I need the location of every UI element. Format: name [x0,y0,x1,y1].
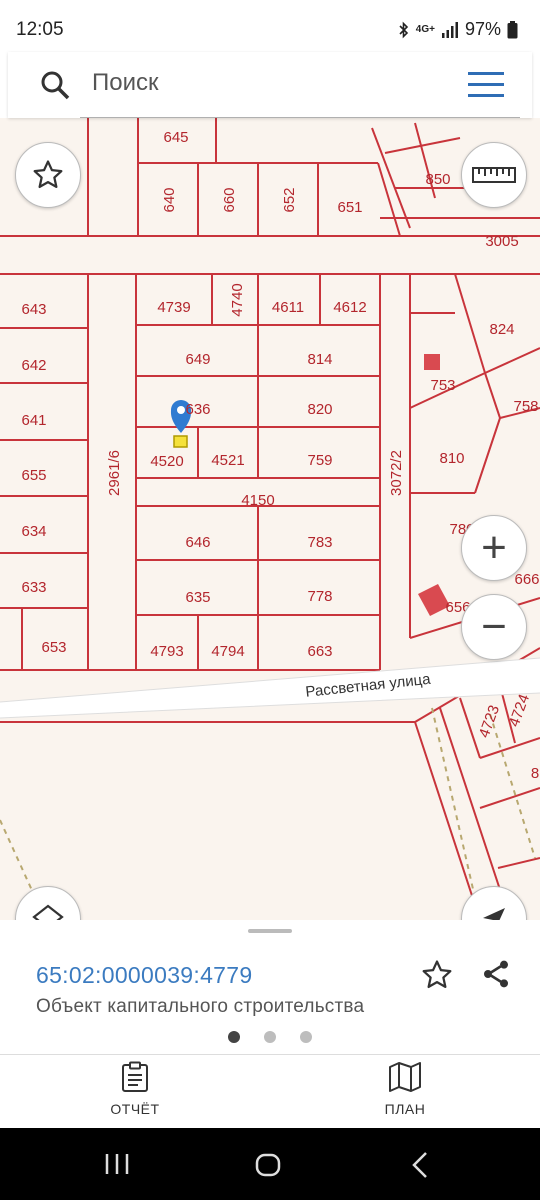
search-input[interactable] [92,69,432,97]
ruler-icon [472,167,516,183]
plus-icon: + [481,523,507,572]
parcel-label: 850 [425,171,450,188]
page-dot[interactable] [228,1031,240,1043]
map-icon [389,1062,421,1092]
parcel-label: 4793 [150,643,183,660]
parcel-label: 666 [514,571,539,588]
parcel-label: 643 [21,301,46,318]
ruler-button[interactable] [461,142,527,208]
parcel-label: 642 [21,357,46,374]
parcel-label: 4520 [150,453,183,470]
back-icon[interactable] [408,1150,432,1180]
parcel-label: 758 [513,398,538,415]
cadastral-map[interactable]: Рассветная улица 645 640 660 652 651 850 3005 6… [0,118,540,920]
battery-icon [507,20,518,38]
clipboard-icon [122,1061,148,1092]
parcel-label: 633 [21,579,46,596]
zoom-in-button[interactable]: + [461,515,527,581]
minus-icon: − [481,602,507,651]
nav-report[interactable]: ОТЧЁТ [75,1055,195,1129]
share-icon[interactable] [480,958,512,990]
parcel-label: 660 [221,187,238,212]
parcel-label: 4611 [272,299,304,316]
status-time: 12:05 [16,19,64,40]
sheet-drag-handle[interactable] [248,929,292,933]
parcel-label: 4150 [241,492,274,509]
battery-percent: 97% [464,19,501,39]
page-dot[interactable] [264,1031,276,1043]
parcel-label: 820 [307,401,332,418]
parcel-label: 4521 [211,452,244,469]
parcel-label: 810 [439,450,464,467]
map-canvas[interactable]: Рассветная улица 645640 660 652 65185030056… [0,118,540,920]
page-dot[interactable] [300,1031,312,1043]
parcel-label: 783 [307,534,332,551]
parcel-label: 778 [307,588,332,605]
network-type: 4G+ [415,23,435,35]
bottom-navigation: ОТЧЁТ ПЛАН [0,1054,540,1129]
menu-icon[interactable] [468,72,504,98]
parcel-label: 4740 [229,283,246,316]
status-indicators: 4G+ 97% [398,19,518,40]
parcel-label: 824 [489,321,514,338]
parcel-label: 651 [337,199,362,216]
parcel-label: 636 [185,401,210,418]
parcel-label: 4724 [506,692,533,729]
parcel-label: 640 [161,187,178,212]
parcel-label: 635 [185,589,210,606]
search-icon[interactable] [38,68,72,102]
parcel-label: 753 [430,377,455,394]
star-outline-icon [33,160,63,189]
bluetooth-icon [399,21,408,38]
nav-plan-label: ПЛАН [384,1101,426,1117]
parcel-label: 8 [531,765,539,782]
parcel-label: 663 [307,643,332,660]
street-road [0,658,540,718]
parcel-label: 814 [307,351,332,368]
object-info-sheet[interactable]: 65:02:0000039:4779 Объект капитального с… [0,920,540,1054]
parcel-label: 649 [185,351,210,368]
parcel-label: 4794 [211,643,244,660]
parcel-label: 655 [21,467,46,484]
parcel-label: 646 [185,534,210,551]
building-shape [424,354,440,370]
favorite-button[interactable] [15,142,81,208]
parcel-label: 653 [41,639,66,656]
parcel-boundaries [0,118,540,920]
object-type: Объект капитального строительства [36,996,365,1017]
search-underline [80,117,520,118]
parcel-label: 4739 [157,299,190,316]
page-indicator [228,1031,312,1043]
recent-apps-icon[interactable] [104,1152,130,1176]
parcel-label: 2961/6 [106,450,123,496]
parcel-label: 641 [21,412,46,429]
parcel-label: 3072/2 [388,450,405,496]
cadastral-number: 65:02:0000039:4779 [36,962,253,988]
star-outline-icon[interactable] [420,958,454,992]
parcel-label: 4612 [333,299,366,316]
search-bar [8,52,532,118]
parcel-label: 759 [307,452,332,469]
selected-parcel[interactable] [173,435,188,448]
status-bar: 12:05 4G+ 97% [0,0,540,58]
system-navigation-bar [0,1128,540,1200]
signal-icon [441,21,458,38]
parcel-label: 645 [163,129,188,146]
parcel-label: 652 [281,187,298,212]
zoom-out-button[interactable]: − [461,594,527,660]
home-icon[interactable] [254,1151,282,1179]
parcel-label: 3005 [485,233,518,250]
parcel-label: 4723 [476,703,503,740]
nav-plan[interactable]: ПЛАН [345,1055,465,1129]
parcel-label: 634 [21,523,46,540]
nav-report-label: ОТЧЁТ [110,1101,160,1117]
